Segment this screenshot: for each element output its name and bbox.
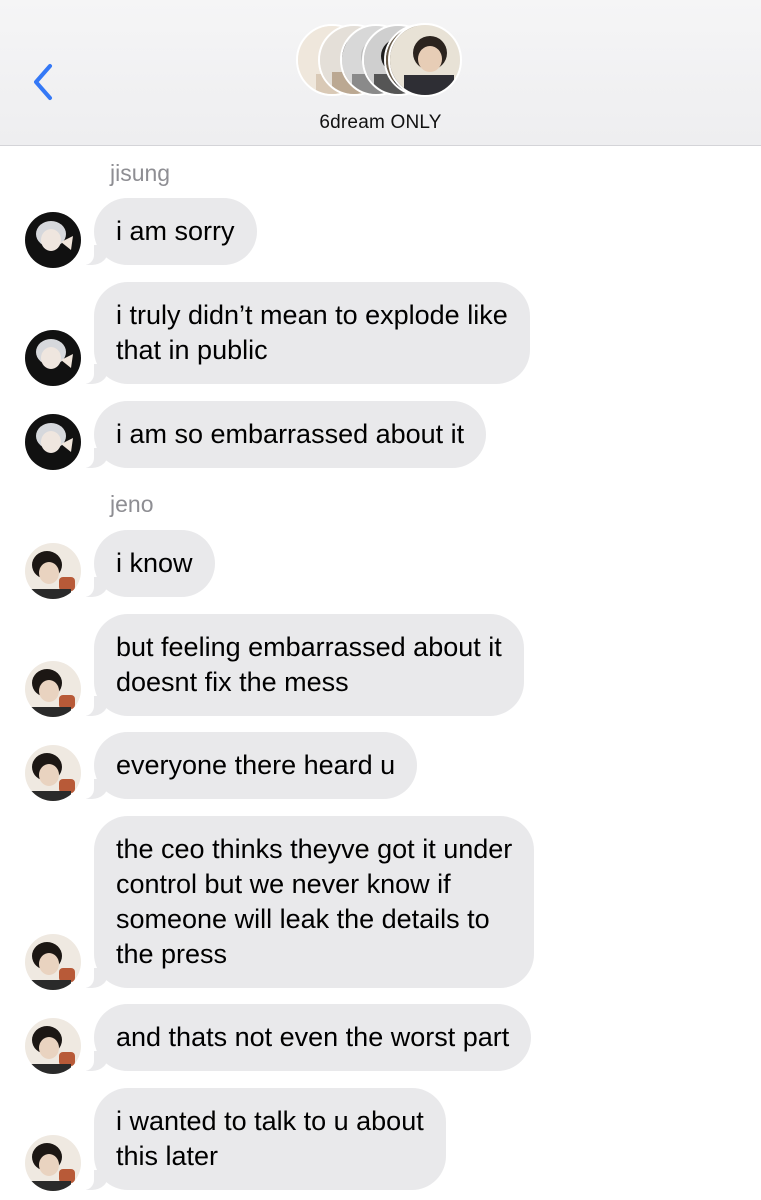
message-bubble[interactable]: everyone there heard u: [81, 732, 418, 799]
message-text: everyone there heard u: [116, 750, 396, 780]
avatar-jeno: [25, 745, 81, 801]
chevron-left-icon: [34, 64, 52, 100]
avatar-jeno: [25, 1018, 81, 1074]
message-text: i truly didn’t mean to explode like that…: [116, 300, 508, 365]
message-bubble[interactable]: i know: [82, 530, 215, 597]
message-text: i wanted to talk to u about this later: [116, 1106, 424, 1171]
avatar-jisung: [25, 330, 81, 386]
conversation-header: 6dream ONLY: [0, 0, 761, 146]
avatar-jisung: [25, 212, 81, 268]
message-text: i am sorry: [116, 216, 235, 246]
message-bubble[interactable]: the ceo thinks theyve got it under contr…: [81, 816, 535, 988]
avatar-jeno: [25, 543, 81, 599]
message-bubble[interactable]: and thats not even the worst part: [81, 1004, 532, 1071]
group-name[interactable]: 6dream ONLY: [0, 112, 761, 134]
message-text: and thats not even the worst part: [116, 1022, 510, 1052]
message-text: i am so embarrassed about it: [116, 419, 465, 449]
message-bubble[interactable]: but feeling embarrassed about it doesnt …: [82, 614, 524, 716]
message-bubble[interactable]: i am so embarrassed about it: [81, 401, 487, 468]
message-bubble[interactable]: i truly didn’t mean to explode like that…: [82, 282, 530, 384]
message-text: but feeling embarrassed about it doesnt …: [116, 632, 502, 697]
member-avatar: [388, 23, 462, 97]
avatar-jisung: [25, 414, 81, 470]
message-bubble[interactable]: i am sorry: [82, 198, 257, 265]
avatar-jeno: [25, 934, 81, 990]
avatar-jeno: [25, 661, 81, 717]
sender-name-jeno: jeno: [110, 491, 154, 517]
message-text: i know: [116, 548, 193, 578]
message-text: the ceo thinks theyve got it under contr…: [116, 834, 513, 969]
message-bubble[interactable]: i wanted to talk to u about this later: [82, 1088, 446, 1190]
group-avatar-stack[interactable]: [296, 23, 466, 98]
back-button[interactable]: [28, 60, 58, 104]
avatar-jeno: [25, 1135, 81, 1191]
sender-name-jisung: jisung: [110, 160, 171, 186]
